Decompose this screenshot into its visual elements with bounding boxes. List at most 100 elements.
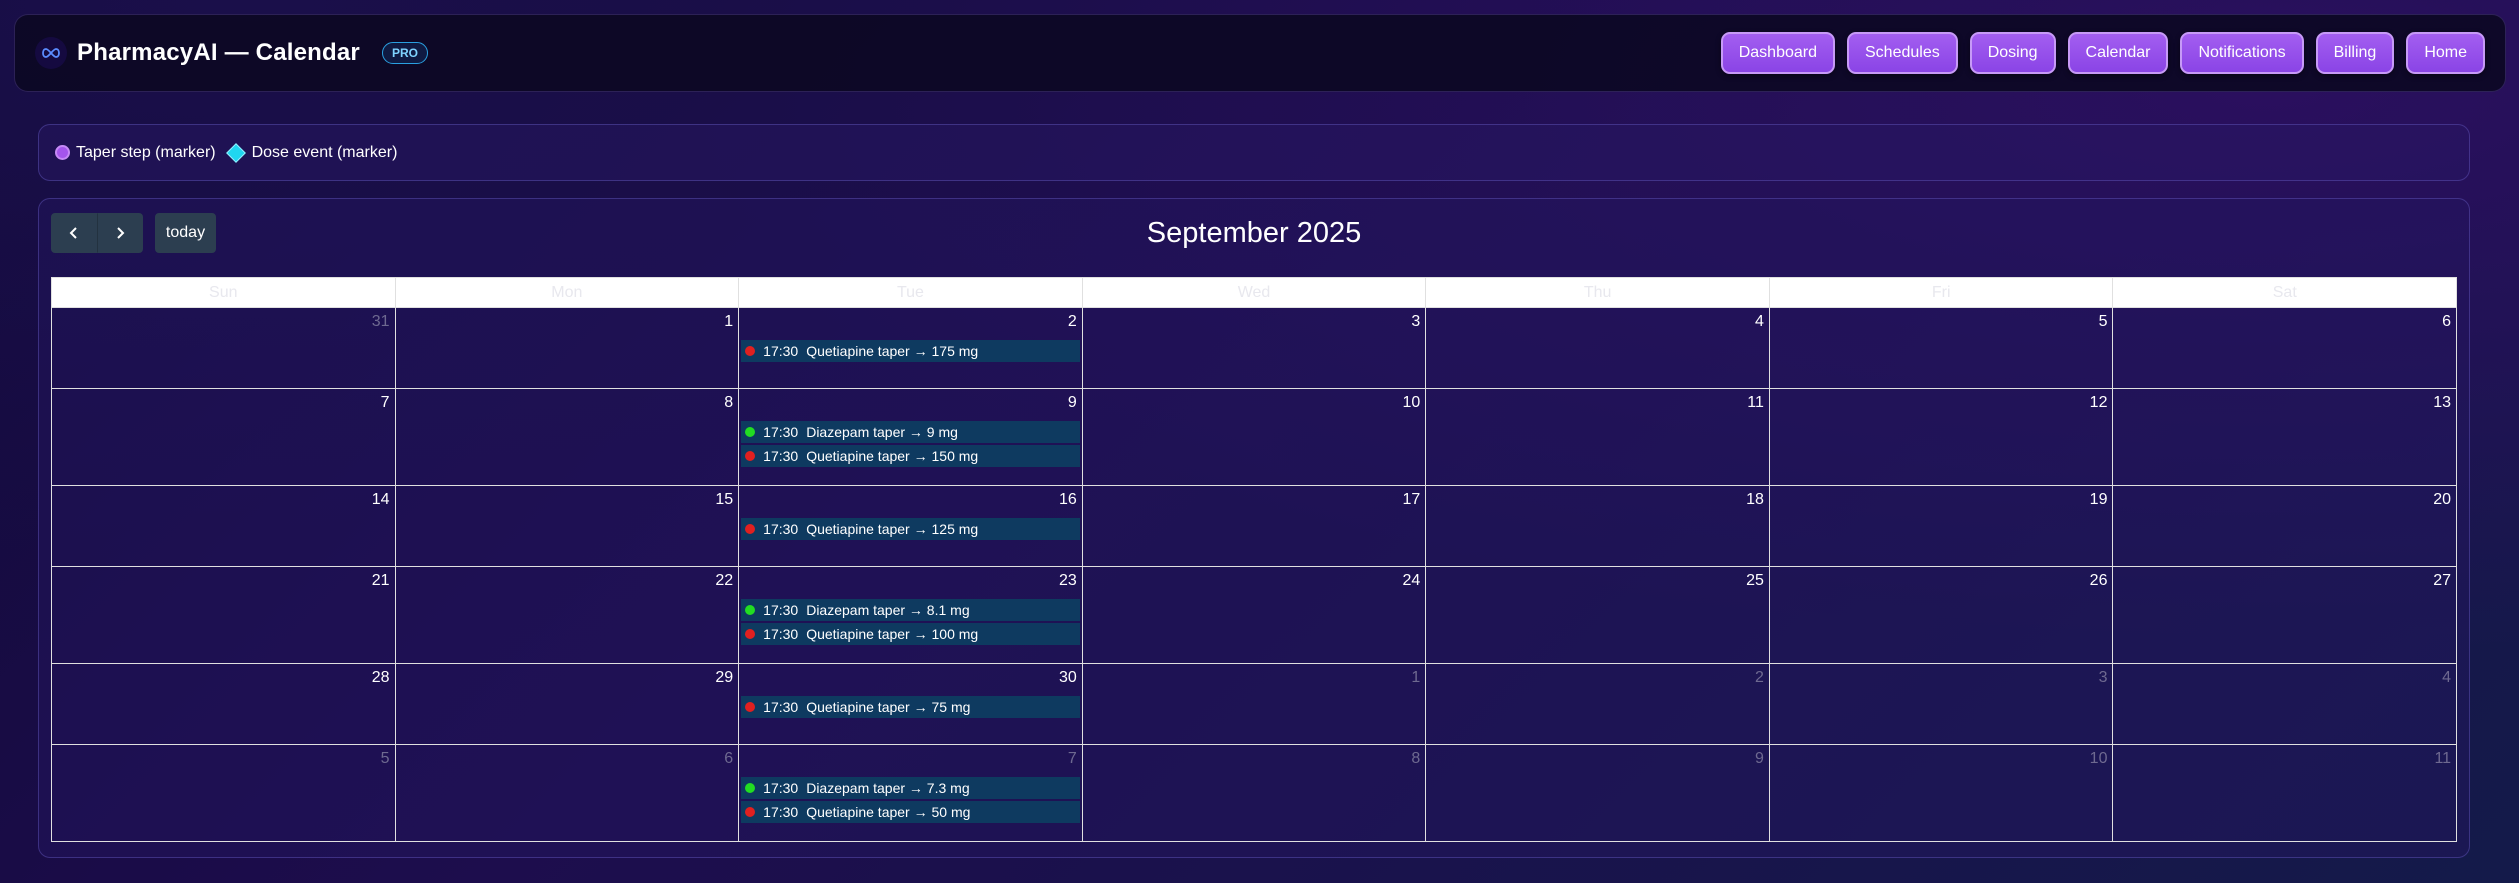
- day-cell[interactable]: 16 17:30 Quetiapine taper → 125 mg: [738, 486, 1082, 566]
- day-number[interactable]: 30: [1059, 669, 1077, 687]
- day-number[interactable]: 12: [2090, 394, 2108, 412]
- day-number[interactable]: 31: [372, 313, 390, 331]
- day-number[interactable]: 22: [715, 572, 733, 590]
- day-number[interactable]: 28: [372, 669, 390, 687]
- nav-calendar-button[interactable]: Calendar: [2067, 32, 2169, 74]
- day-number[interactable]: 4: [2442, 669, 2451, 687]
- day-cell[interactable]: 6: [2112, 308, 2456, 388]
- day-number[interactable]: 9: [1068, 394, 1077, 412]
- calendar-event[interactable]: 17:30 Quetiapine taper → 150 mg: [741, 445, 1080, 467]
- day-cell[interactable]: 14: [52, 486, 395, 566]
- next-month-button[interactable]: [97, 213, 143, 253]
- day-cell[interactable]: 26: [1768, 567, 2113, 663]
- calendar-event[interactable]: 17:30 Quetiapine taper → 100 mg: [741, 623, 1080, 645]
- day-number[interactable]: 3: [2099, 669, 2108, 687]
- day-number[interactable]: 19: [2090, 491, 2108, 509]
- nav-dashboard-button[interactable]: Dashboard: [1720, 32, 1835, 74]
- day-cell[interactable]: 7: [52, 389, 395, 485]
- day-number[interactable]: 17: [1403, 491, 1421, 509]
- day-cell[interactable]: 1: [394, 308, 739, 388]
- day-cell[interactable]: 15: [394, 486, 739, 566]
- calendar-event[interactable]: 17:30 Diazepam taper → 8.1 mg: [741, 599, 1080, 621]
- day-cell[interactable]: 27: [2112, 567, 2456, 663]
- day-cell[interactable]: 9 17:30 Diazepam taper → 9 mg 17:30 Quetiapi…: [738, 389, 1082, 485]
- day-cell[interactable]: 24: [1081, 567, 1426, 663]
- calendar-event[interactable]: 17:30 Quetiapine taper → 125 mg: [741, 518, 1080, 540]
- day-cell[interactable]: 2: [1425, 664, 1769, 744]
- day-cell[interactable]: 3: [1081, 308, 1426, 388]
- nav-dosing-button[interactable]: Dosing: [1969, 32, 2056, 74]
- day-number[interactable]: 10: [1403, 394, 1421, 412]
- day-cell[interactable]: 12: [1768, 389, 2113, 485]
- day-number[interactable]: 10: [2090, 750, 2108, 768]
- day-cell[interactable]: 8: [394, 389, 739, 485]
- day-cell[interactable]: 11: [1425, 389, 1769, 485]
- day-cell[interactable]: 10: [1081, 389, 1426, 485]
- day-number[interactable]: 6: [724, 750, 733, 768]
- nav-notifications-button[interactable]: Notifications: [2180, 32, 2304, 74]
- day-cell[interactable]: 21: [52, 567, 395, 663]
- day-number[interactable]: 15: [715, 491, 733, 509]
- day-number[interactable]: 5: [2099, 313, 2108, 331]
- day-cell[interactable]: 8: [1081, 745, 1426, 841]
- day-cell[interactable]: 10: [1768, 745, 2113, 841]
- day-number[interactable]: 6: [2442, 313, 2451, 331]
- day-cell[interactable]: 28: [52, 664, 395, 744]
- day-number[interactable]: 18: [1746, 491, 1764, 509]
- day-number[interactable]: 2: [1068, 313, 1077, 331]
- calendar-event[interactable]: 17:30 Quetiapine taper → 175 mg: [741, 340, 1080, 362]
- calendar-event[interactable]: 17:30 Diazepam taper → 9 mg: [741, 421, 1080, 443]
- day-cell[interactable]: 19: [1768, 486, 2113, 566]
- day-number[interactable]: 4: [1755, 313, 1764, 331]
- day-cell[interactable]: 5: [1768, 308, 2113, 388]
- day-number[interactable]: 7: [381, 394, 390, 412]
- day-cell[interactable]: 13: [2112, 389, 2456, 485]
- prev-month-button[interactable]: [51, 213, 97, 253]
- day-number[interactable]: 2: [1755, 669, 1764, 687]
- calendar-event[interactable]: 17:30 Quetiapine taper → 50 mg: [741, 801, 1080, 823]
- day-cell[interactable]: 1: [1081, 664, 1426, 744]
- day-cell[interactable]: 20: [2112, 486, 2456, 566]
- day-number[interactable]: 27: [2433, 572, 2451, 590]
- day-cell[interactable]: 22: [394, 567, 739, 663]
- day-number[interactable]: 20: [2433, 491, 2451, 509]
- day-cell[interactable]: 11: [2112, 745, 2456, 841]
- day-number[interactable]: 21: [372, 572, 390, 590]
- day-number[interactable]: 16: [1059, 491, 1077, 509]
- day-number[interactable]: 25: [1746, 572, 1764, 590]
- day-cell[interactable]: 30 17:30 Quetiapine taper → 75 mg: [738, 664, 1082, 744]
- day-number[interactable]: 11: [1747, 394, 1764, 412]
- nav-home-button[interactable]: Home: [2406, 32, 2485, 74]
- day-cell[interactable]: 9: [1425, 745, 1769, 841]
- day-number[interactable]: 8: [1411, 750, 1420, 768]
- day-number[interactable]: 29: [715, 669, 733, 687]
- day-number[interactable]: 11: [2434, 750, 2451, 768]
- day-cell[interactable]: 7 17:30 Diazepam taper → 7.3 mg 17:30 Quetia…: [738, 745, 1082, 841]
- calendar-event[interactable]: 17:30 Diazepam taper → 7.3 mg: [741, 777, 1080, 799]
- day-number[interactable]: 26: [2090, 572, 2108, 590]
- day-cell[interactable]: 4: [1425, 308, 1769, 388]
- day-number[interactable]: 5: [381, 750, 390, 768]
- day-cell[interactable]: 17: [1081, 486, 1426, 566]
- day-cell[interactable]: 18: [1425, 486, 1769, 566]
- day-number[interactable]: 7: [1068, 750, 1077, 768]
- day-number[interactable]: 24: [1403, 572, 1421, 590]
- day-number[interactable]: 1: [1411, 669, 1420, 687]
- nav-billing-button[interactable]: Billing: [2315, 32, 2395, 74]
- day-cell[interactable]: 4: [2112, 664, 2456, 744]
- day-cell[interactable]: 3: [1768, 664, 2113, 744]
- day-cell[interactable]: 2 17:30 Quetiapine taper → 175 mg: [738, 308, 1082, 388]
- day-number[interactable]: 8: [724, 394, 733, 412]
- day-cell[interactable]: 25: [1425, 567, 1769, 663]
- day-cell[interactable]: 6: [394, 745, 739, 841]
- day-cell[interactable]: 29: [394, 664, 739, 744]
- day-number[interactable]: 9: [1755, 750, 1764, 768]
- day-cell[interactable]: 23 17:30 Diazepam taper → 8.1 mg 17:30 Queti…: [738, 567, 1082, 663]
- day-cell[interactable]: 5: [52, 745, 395, 841]
- nav-schedules-button[interactable]: Schedules: [1847, 32, 1958, 74]
- day-number[interactable]: 14: [372, 491, 390, 509]
- day-number[interactable]: 23: [1059, 572, 1077, 590]
- day-number[interactable]: 1: [724, 313, 733, 331]
- day-number[interactable]: 13: [2433, 394, 2451, 412]
- day-number[interactable]: 3: [1411, 313, 1420, 331]
